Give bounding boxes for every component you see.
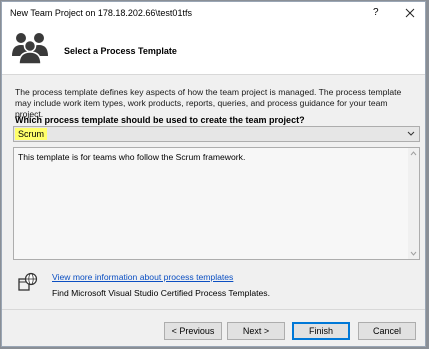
next-button[interactable]: Next > bbox=[227, 322, 285, 340]
close-button[interactable] bbox=[403, 5, 417, 21]
more-info-link[interactable]: View more information about process temp… bbox=[52, 272, 233, 282]
template-question-label: Which process template should be used to… bbox=[15, 115, 305, 125]
certified-templates-text: Find Microsoft Visual Studio Certified P… bbox=[52, 288, 270, 298]
template-details-text: This template is for teams who follow th… bbox=[18, 152, 246, 162]
window-title: New Team Project on 178.18.202.66\test01… bbox=[10, 8, 192, 18]
template-details-textbox[interactable]: This template is for teams who follow th… bbox=[13, 147, 420, 260]
footer-divider bbox=[2, 309, 425, 310]
close-icon bbox=[405, 8, 415, 18]
template-globe-icon bbox=[18, 272, 38, 291]
page-title: Select a Process Template bbox=[64, 46, 177, 56]
previous-button[interactable]: < Previous bbox=[164, 322, 222, 340]
scroll-down-icon[interactable] bbox=[410, 250, 417, 257]
process-template-select[interactable]: Scrum bbox=[13, 126, 420, 142]
new-team-project-dialog: New Team Project on 178.18.202.66\test01… bbox=[1, 1, 426, 347]
cancel-button[interactable]: Cancel bbox=[358, 322, 416, 340]
selected-template-value: Scrum bbox=[15, 128, 48, 140]
chevron-down-icon bbox=[407, 131, 415, 136]
vertical-scrollbar[interactable] bbox=[408, 148, 419, 259]
wizard-header: Select a Process Template bbox=[2, 26, 425, 75]
help-button[interactable]: ? bbox=[373, 7, 379, 18]
finish-button[interactable]: Finish bbox=[292, 322, 350, 340]
team-icon bbox=[12, 33, 48, 64]
title-bar: New Team Project on 178.18.202.66\test01… bbox=[2, 2, 425, 26]
scroll-up-icon[interactable] bbox=[410, 150, 417, 157]
